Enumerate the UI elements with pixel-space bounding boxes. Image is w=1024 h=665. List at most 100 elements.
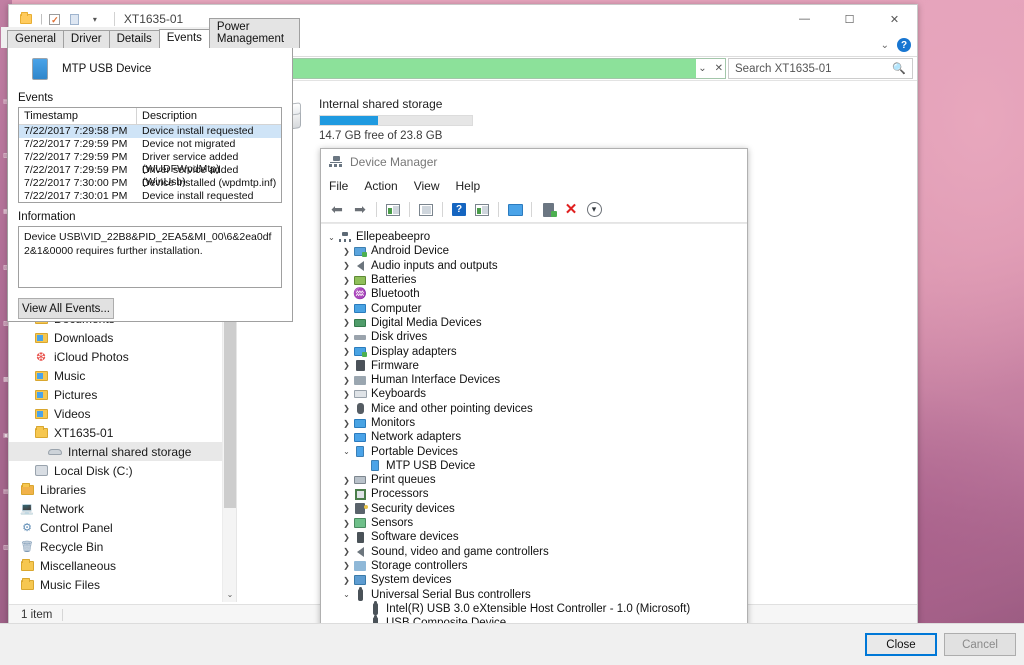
tree-item-security-devices[interactable]: ❯ Security devices [325,502,747,516]
properties-checkbox-icon[interactable]: ✓ [46,10,64,28]
tree-item-universal-serial-bus-controllers[interactable]: ⌄ Universal Serial Bus controllers [325,586,747,601]
tree-item-batteries[interactable]: ❯ Batteries [325,273,747,287]
nav-item-libraries[interactable]: Libraries [9,480,236,499]
tree-item-disk-drives[interactable]: ❯ Disk drives [325,330,747,344]
tree-item-keyboards[interactable]: ❯ Keyboards [325,387,747,401]
chevron-down-icon[interactable]: ▾ [86,10,104,28]
device-manager-toolbar[interactable]: ⬅ ➡ ? ✕ ▾ [321,197,747,223]
nav-item-music[interactable]: Music [9,366,236,385]
add-legacy-hardware-icon[interactable] [538,200,558,220]
maximize-button[interactable]: ☐ [827,5,872,33]
nav-item-network[interactable]: 💻 Network [9,499,236,518]
chevron-right-icon[interactable]: ❯ [340,533,353,542]
nav-item-icloud-photos[interactable]: ❆ iCloud Photos [9,347,236,366]
nav-item-internal-shared-storage[interactable]: Internal shared storage [9,442,236,461]
device-manager-titlebar[interactable]: Device Manager [321,149,747,175]
tree-item-bluetooth[interactable]: ❯ ♒ Bluetooth [325,287,747,301]
tree-item-display-adapters[interactable]: ❯ Display adapters [325,344,747,358]
events-table-body[interactable]: 7/22/2017 7:29:58 PM Device install reque… [19,125,281,203]
chevron-right-icon[interactable]: ❯ [340,433,353,442]
view-all-events-button[interactable]: View All Events... [18,298,114,319]
tree-item-android-device[interactable]: ❯ Android Device [325,244,747,258]
chevron-down-icon[interactable]: ⌄ [340,590,353,599]
tree-item-human-interface-devices[interactable]: ❯ Human Interface Devices [325,373,747,387]
chevron-right-icon[interactable]: ❯ [340,419,353,428]
event-row[interactable]: 7/22/2017 7:30:00 PM Device installed (wp… [19,177,281,190]
uninstall-device-icon[interactable]: ✕ [561,200,581,220]
close-button[interactable]: Close [865,633,937,656]
device-tree[interactable]: ⌄ Ellepeabeepro ❯ Android Device ❯ Audio inpu… [321,223,747,633]
events-table[interactable]: Timestamp Description 7/22/2017 7:29:58 … [18,107,282,203]
tree-item-print-queues[interactable]: ❯ Print queues [325,473,747,487]
chevron-right-icon[interactable]: ❯ [340,561,353,570]
device-manager-window[interactable]: Device Manager File Action View Help ⬅ ➡… [320,148,748,646]
forward-arrow-icon[interactable]: ➡ [350,200,370,220]
tab-general[interactable]: General [7,30,64,48]
help-icon[interactable]: ? [897,38,911,52]
column-timestamp[interactable]: Timestamp [19,108,137,124]
disable-device-icon[interactable]: ▾ [584,200,604,220]
back-arrow-icon[interactable]: ⬅ [327,200,347,220]
chevron-right-icon[interactable]: ❯ [340,276,353,285]
properties-icon[interactable] [383,200,403,220]
chevron-down-icon[interactable]: ⌄ [325,233,338,242]
nav-item-pictures[interactable]: Pictures [9,385,236,404]
nav-item-miscellaneous[interactable]: Miscellaneous [9,556,236,575]
help-icon[interactable]: ? [449,200,469,220]
close-button[interactable]: ✕ [872,5,917,33]
menu-view[interactable]: View [414,179,440,193]
event-row[interactable]: 7/22/2017 7:30:01 PM Device install reque… [19,190,281,203]
show-devices-icon[interactable] [472,200,492,220]
menu-action[interactable]: Action [364,179,397,193]
tree-item-portable-devices[interactable]: ⌄ Portable Devices [325,444,747,458]
chevron-right-icon[interactable]: ❯ [340,390,353,399]
tree-item-mtp-usb-device[interactable]: MTP USB Device [325,459,747,473]
chevron-right-icon[interactable]: ❯ [340,318,353,327]
tree-item-digital-media-devices[interactable]: ❯ Digital Media Devices [325,316,747,330]
tree-item-software-devices[interactable]: ❯ Software devices [325,530,747,544]
device-manager-menubar[interactable]: File Action View Help [321,175,747,197]
tree-item-audio-inputs-and-outputs[interactable]: ❯ Audio inputs and outputs [325,259,747,273]
minimize-button[interactable]: — [782,5,827,33]
tab-details[interactable]: Details [108,30,160,48]
tree-item-mice-and-other-pointing-devices[interactable]: ❯ Mice and other pointing devices [325,402,747,416]
tab-power-management[interactable]: Power Management [208,18,300,48]
tab-events[interactable]: Events [158,29,210,48]
chevron-right-icon[interactable]: ❯ [340,333,353,342]
tree-item-computer[interactable]: ❯ Computer [325,301,747,315]
chevron-right-icon[interactable]: ❯ [340,519,353,528]
chevron-right-icon[interactable]: ❯ [340,476,353,485]
new-folder-icon[interactable] [66,10,84,28]
menu-help[interactable]: Help [456,179,481,193]
drive-tile[interactable]: Internal shared storage 14.7 GB free of … [251,95,917,143]
column-description[interactable]: Description [137,108,281,124]
chevron-down-icon[interactable]: ⌄ [340,447,353,456]
tree-item-ellepeabeepro[interactable]: ⌄ Ellepeabeepro [325,230,747,244]
nav-item-recycle-bin[interactable]: 🗑 Recycle Bin [9,537,236,556]
event-row[interactable]: 7/22/2017 7:29:59 PM Driver service added… [19,151,281,175]
stop-icon[interactable]: ✕ [715,63,723,74]
chevron-right-icon[interactable]: ❯ [340,304,353,313]
tree-item-system-devices[interactable]: ❯ System devices [325,573,747,587]
nav-item-downloads[interactable]: Downloads [9,328,236,347]
chevron-right-icon[interactable]: ❯ [340,576,353,585]
scroll-down-icon[interactable]: ⌄ [223,586,236,602]
chevron-right-icon[interactable]: ❯ [340,504,353,513]
tree-item-monitors[interactable]: ❯ Monitors [325,416,747,430]
tree-item-sound-video-and-game-controllers[interactable]: ❯ Sound, video and game controllers [325,545,747,559]
tree-item-intel-r-usb-3-0-extensible-host-controll[interactable]: Intel(R) USB 3.0 eXtensible Host Control… [325,600,747,616]
nav-item-videos[interactable]: Videos [9,404,236,423]
chevron-right-icon[interactable]: ❯ [340,290,353,299]
tree-item-network-adapters[interactable]: ❯ Network adapters [325,430,747,444]
chevron-right-icon[interactable]: ❯ [340,490,353,499]
nav-item-local-disk-c-[interactable]: Local Disk (C:) [9,461,236,480]
chevron-down-icon[interactable]: ⌄ [881,40,889,51]
mtp-usb-device-properties-dialog[interactable]: MTP USB Device Properties General Driver… [0,0,1024,665]
chevron-right-icon[interactable]: ❯ [340,376,353,385]
tree-item-processors[interactable]: ❯ Processors [325,487,747,501]
tree-item-storage-controllers[interactable]: ❯ Storage controllers [325,559,747,573]
tree-item-sensors[interactable]: ❯ Sensors [325,516,747,530]
tab-driver[interactable]: Driver [62,30,110,48]
scan-hardware-icon[interactable] [505,200,525,220]
nav-item-control-panel[interactable]: ⚙ Control Panel [9,518,236,537]
